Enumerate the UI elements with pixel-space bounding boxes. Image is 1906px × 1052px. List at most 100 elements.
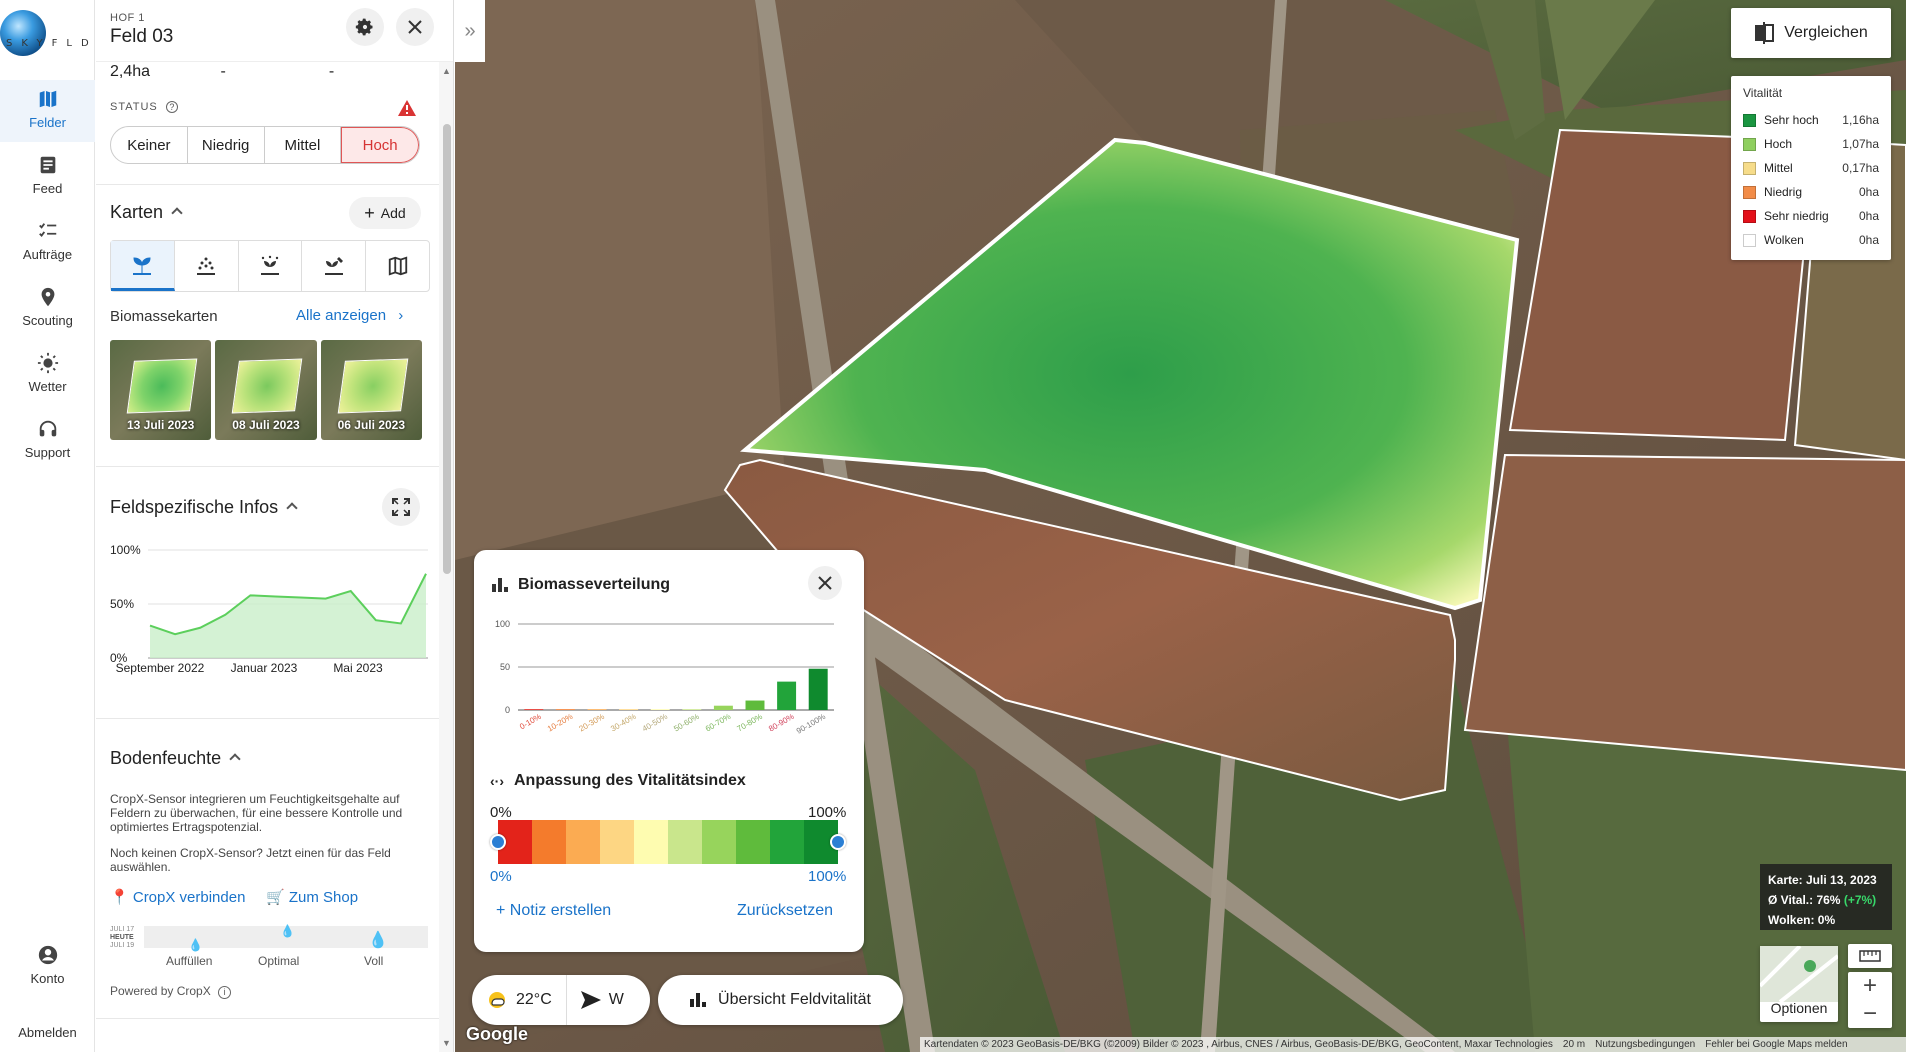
range-min-handle[interactable] — [490, 834, 506, 850]
cropx-connect-link[interactable]: 📍 CropX verbinden — [110, 888, 245, 906]
skyfld-logo[interactable]: SKYFLD — [0, 4, 95, 64]
legend-swatch — [1743, 209, 1756, 223]
legend-name: Hoch — [1764, 137, 1793, 151]
help-icon[interactable]: ? — [165, 101, 178, 113]
weather-pill[interactable]: 22°C W — [472, 975, 650, 1025]
legend-swatch — [1743, 137, 1756, 151]
plant-icon — [133, 256, 152, 275]
close-panel-button[interactable] — [396, 8, 434, 46]
pin-small-icon: 📍 — [110, 889, 129, 906]
divider — [96, 466, 439, 467]
field-info-title[interactable]: Feldspezifische Infos — [110, 497, 298, 518]
shop-text: Zum Shop — [288, 889, 359, 906]
settings-button[interactable] — [346, 8, 384, 46]
tab-fertilizer[interactable] — [239, 241, 303, 291]
nav-item-auftraege[interactable]: Aufträge — [0, 212, 95, 274]
show-all-link[interactable]: Alle anzeigen › — [296, 307, 403, 324]
chevron-right-icon: › — [398, 307, 404, 324]
wind: W — [567, 975, 638, 1025]
zoom-in-button[interactable]: + — [1848, 972, 1892, 1000]
x-tick-label: Januar 2023 — [231, 661, 298, 675]
status-option-hoch[interactable]: Hoch — [341, 127, 419, 163]
tab-seeding[interactable] — [175, 241, 239, 291]
tab-biomass[interactable] — [111, 241, 175, 291]
compare-icon — [1755, 22, 1775, 44]
histogram-bar — [713, 705, 733, 710]
zoom-out-button[interactable]: − — [1848, 1000, 1892, 1028]
scale-text[interactable]: 20 m — [1563, 1039, 1585, 1050]
expand-panel-button[interactable]: » — [455, 0, 485, 62]
nav-item-scouting[interactable]: Scouting — [0, 278, 95, 340]
logout-link[interactable]: Abmelden — [0, 1025, 95, 1040]
map-options-button[interactable]: Optionen — [1760, 946, 1838, 1022]
maps-section-title[interactable]: Karten — [110, 202, 183, 223]
nav-label: Scouting — [22, 313, 73, 328]
moist-date: JULI 19 — [110, 942, 135, 949]
ramp-segment — [736, 820, 770, 864]
biomass-thumbnail[interactable]: 08 Juli 2023 — [215, 340, 317, 440]
status-option-mittel[interactable]: Mittel — [265, 127, 342, 163]
biomass-thumbnail[interactable]: 13 Juli 2023 — [110, 340, 212, 440]
legend-item: Sehr hoch 1,16ha — [1743, 108, 1879, 132]
moist-label: Optimal — [258, 954, 300, 968]
biomass-thumbnail[interactable]: 06 Juli 2023 — [320, 340, 422, 440]
close-popup-button[interactable] — [808, 566, 842, 600]
tab-custom-map[interactable] — [366, 241, 429, 291]
field-panel: HOF 1 Feld 03 ▲ ▼ 2,4ha - - STATUS ? Kei… — [96, 0, 454, 1052]
expand-chart-button[interactable] — [382, 488, 420, 526]
nav-item-wetter[interactable]: Wetter — [0, 344, 95, 406]
ramp-segment — [566, 820, 600, 864]
cropx-connect-text: CropX verbinden — [132, 889, 246, 906]
vitality-legend: Vitalität Sehr hoch 1,16ha Hoch 1,07ha M… — [1731, 76, 1891, 260]
area-row: 2,4ha - - — [110, 63, 334, 81]
measure-button[interactable] — [1848, 944, 1892, 968]
y-tick-label: 100 — [495, 619, 510, 629]
crop-protection-icon — [324, 257, 343, 275]
moist-label: Auffüllen — [166, 954, 213, 968]
scroll-down-icon[interactable]: ▼ — [442, 1038, 451, 1048]
vitality-area — [150, 573, 426, 658]
status-option-keiner[interactable]: Keiner — [111, 127, 188, 163]
zoom-controls: + − — [1848, 972, 1892, 1028]
moist-date: HEUTE — [110, 934, 134, 941]
range-max-handle[interactable] — [830, 834, 846, 850]
seeding-icon — [197, 257, 216, 275]
nav-item-konto[interactable]: Konto — [0, 936, 95, 998]
x-tick-label: 70-80% — [736, 712, 764, 734]
info-icon[interactable]: i — [218, 986, 232, 999]
add-map-button[interactable]: + Add — [349, 197, 421, 229]
vitality-color-ramp[interactable] — [498, 820, 838, 864]
nav-item-feed[interactable]: Feed — [0, 146, 95, 208]
drop-medium-icon: 💧 — [280, 924, 295, 938]
chevron-up-icon — [171, 207, 183, 219]
create-note-link[interactable]: + Notiz erstellen — [496, 902, 611, 920]
reset-link[interactable]: Zurücksetzen — [737, 902, 833, 920]
histogram-bar — [619, 709, 639, 710]
x-tick-label: September 2022 — [116, 661, 205, 675]
terms-link[interactable]: Nutzungsbedingungen — [1595, 1039, 1695, 1050]
report-link[interactable]: Fehler bei Google Maps melden — [1705, 1039, 1847, 1050]
scroll-up-icon[interactable]: ▲ — [442, 66, 451, 76]
biomass-maps-label: Biomassekarten — [110, 308, 218, 325]
field-vitality-overview-button[interactable]: Übersicht Feldvitalität — [658, 975, 903, 1025]
nav-item-felder[interactable]: Felder — [0, 80, 95, 142]
scroll-thumb[interactable] — [443, 124, 451, 574]
nav-item-support[interactable]: Support — [0, 410, 95, 472]
panel-scrollbar[interactable]: ▲ ▼ — [439, 62, 453, 1052]
soil-moisture-title[interactable]: Bodenfeuchte — [110, 748, 241, 769]
nav-label: Wetter — [28, 379, 67, 394]
legend-name: Wolken — [1764, 233, 1804, 247]
legend-swatch — [1743, 185, 1756, 199]
shop-link[interactable]: 🛒 Zum Shop — [266, 888, 358, 906]
y-tick-label: 50 — [500, 662, 510, 672]
ruler-icon — [1859, 950, 1881, 962]
histogram-bar — [555, 709, 575, 710]
tab-protection[interactable] — [302, 241, 367, 291]
legend-name: Sehr hoch — [1764, 113, 1819, 127]
legend-swatch — [1743, 113, 1756, 127]
ramp-segment — [702, 820, 736, 864]
status-option-niedrig[interactable]: Niedrig — [188, 127, 265, 163]
wind-text: W — [608, 991, 624, 1008]
compare-button[interactable]: Vergleichen — [1731, 8, 1891, 58]
range-top-left: 0% — [490, 804, 512, 821]
